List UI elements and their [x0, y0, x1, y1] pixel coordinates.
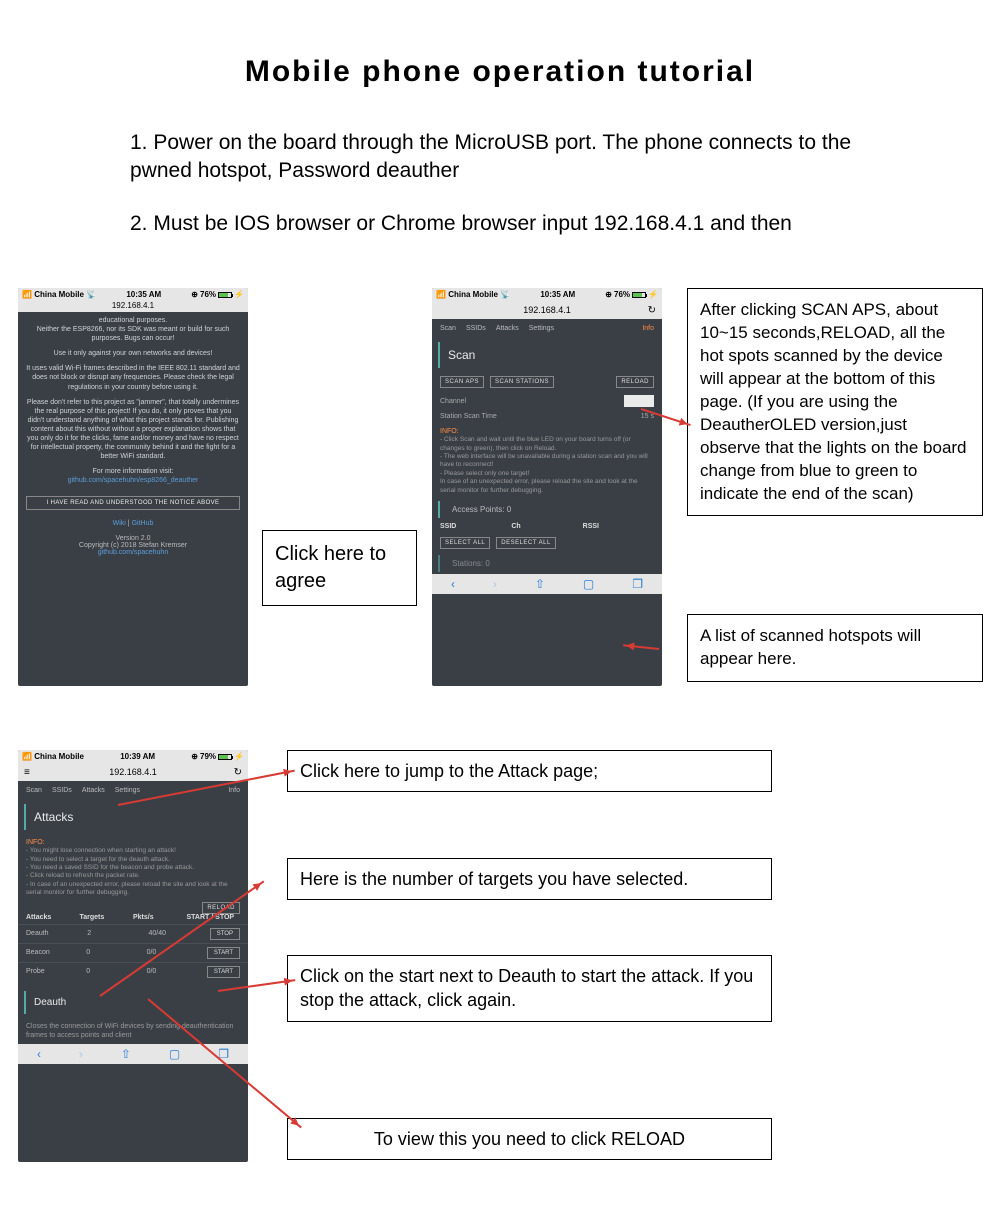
intro-step-2: 2. Must be IOS browser or Chrome browser… — [130, 210, 870, 238]
attack-row-beacon: Beacon00/0START — [18, 943, 248, 962]
clock-label: 10:39 AM — [120, 752, 155, 761]
tab-ssids[interactable]: SSIDs — [52, 787, 72, 794]
tab-attacks[interactable]: Attacks — [496, 325, 519, 332]
notice-body: educational purposes. Neither the ESP826… — [18, 312, 248, 490]
carrier-label: 📶 China Mobile — [22, 752, 84, 761]
select-all-button[interactable]: SELECT ALL — [440, 537, 490, 549]
github-link[interactable]: github.com/spacehuhn/esp8266_deauther — [26, 476, 240, 485]
url-text: 192.168.4.1 — [109, 767, 157, 777]
channel-label: Channel — [440, 398, 466, 405]
version-block: Version 2.0 Copyright (c) 2018 Stefan Kr… — [18, 531, 248, 560]
browser-bottom-nav: ‹ › ⇧ ▢ ❐ — [432, 574, 662, 594]
url-bar: 192.168.4.1 ↻ — [432, 301, 662, 319]
back-icon[interactable]: ‹ — [451, 577, 455, 591]
tab-info[interactable]: Info — [228, 787, 240, 794]
stations-header: Stations: 0 — [438, 555, 656, 572]
info-block: INFO: - Click Scan and wait until the bl… — [432, 423, 662, 499]
clock-label: 10:35 AM — [540, 290, 575, 299]
start-button[interactable]: START — [207, 947, 240, 959]
tab-scan[interactable]: Scan — [26, 787, 42, 794]
scan-time-value: 15 s — [641, 413, 654, 420]
annotation-agree: Click here to agree — [262, 530, 417, 606]
refresh-icon[interactable]: ↻ — [234, 767, 242, 778]
forward-icon[interactable]: › — [493, 577, 497, 591]
intro-step-1: 1. Power on the board through the MicroU… — [130, 129, 870, 186]
deselect-all-button[interactable]: DESELECT ALL — [496, 537, 556, 549]
scan-stations-button[interactable]: SCAN STATIONS — [490, 376, 554, 388]
url-bar: ≡ 192.168.4.1 ↻ — [18, 763, 248, 781]
status-bar: 📶 China Mobile 📡 10:35 AM ⊕ 76%⚡ — [18, 288, 248, 301]
battery-indicator: ⊕ 79%⚡ — [191, 752, 244, 761]
nav-tabs: Scan SSIDs Attacks Settings Info — [432, 319, 662, 338]
deauth-description: Closes the connection of WiFi devices by… — [18, 1018, 248, 1044]
start-button[interactable]: START — [207, 966, 240, 978]
status-bar: 📶 China Mobile 📡 10:35 AM ⊕ 76%⚡ — [432, 288, 662, 301]
battery-indicator: ⊕ 76%⚡ — [605, 290, 658, 299]
section-header-scan: Scan — [438, 342, 656, 368]
intro-block: 1. Power on the board through the MicroU… — [0, 89, 1000, 238]
agree-button[interactable]: I HAVE READ AND UNDERSTOOD THE NOTICE AB… — [26, 496, 240, 510]
stop-button[interactable]: STOP — [210, 928, 240, 940]
attack-row-deauth: Deauth240/40STOP — [18, 924, 248, 943]
annotation-attack-page: Click here to jump to the Attack page; — [287, 750, 772, 792]
clock-label: 10:35 AM — [126, 290, 161, 299]
access-points-header: Access Points: 0 — [438, 501, 656, 518]
tab-info[interactable]: Info — [642, 325, 654, 332]
carrier-label: 📶 China Mobile 📡 — [436, 290, 510, 299]
share-icon[interactable]: ⇧ — [535, 577, 545, 591]
deauth-subheader: Deauth — [24, 991, 242, 1014]
annotation-hotspot-list: A list of scanned hotspots will appear h… — [687, 614, 983, 682]
scan-aps-button[interactable]: SCAN APS — [440, 376, 484, 388]
reload-button[interactable]: RELOAD — [616, 376, 654, 388]
bookmarks-icon[interactable]: ▢ — [583, 577, 594, 591]
channel-slider[interactable] — [624, 395, 654, 407]
tabs-icon[interactable]: ❐ — [632, 577, 643, 591]
carrier-label: 📶 China Mobile 📡 — [22, 290, 96, 299]
url-text: 192.168.4.1 — [523, 305, 571, 315]
share-icon[interactable]: ⇧ — [121, 1047, 131, 1061]
tab-settings[interactable]: Settings — [529, 325, 554, 332]
footer-links: Wiki | GitHub — [18, 516, 248, 531]
github-link-2[interactable]: GitHub — [132, 520, 154, 527]
bookmarks-icon[interactable]: ▢ — [169, 1047, 180, 1061]
battery-indicator: ⊕ 76%⚡ — [191, 290, 244, 299]
page-title: Mobile phone operation tutorial — [0, 0, 1000, 89]
tab-attacks[interactable]: Attacks — [82, 787, 105, 794]
phone-screenshot-1: 📶 China Mobile 📡 10:35 AM ⊕ 76%⚡ 192.168… — [18, 288, 248, 686]
annotation-scan-aps: After clicking SCAN APS, about 10~15 sec… — [687, 288, 983, 516]
annotation-start-deauth: Click on the start next to Deauth to sta… — [287, 955, 772, 1022]
tab-scan[interactable]: Scan — [440, 325, 456, 332]
phone-screenshot-3: 📶 China Mobile 10:39 AM ⊕ 79%⚡ ≡ 192.168… — [18, 750, 248, 1162]
scan-time-label: Station Scan Time — [440, 413, 497, 420]
tab-settings[interactable]: Settings — [115, 787, 140, 794]
spacehuhn-link[interactable]: github.com/spacehuhn — [98, 549, 168, 556]
annotation-click-reload: To view this you need to click RELOAD — [287, 1118, 772, 1160]
info-block: INFO: - You might lose connection when s… — [18, 834, 248, 902]
ap-table-head: SSIDChRSSI — [432, 520, 662, 533]
annotation-targets-count: Here is the number of targets you have s… — [287, 858, 772, 900]
section-header-attacks: Attacks — [24, 804, 242, 830]
menu-icon[interactable]: ≡ — [24, 767, 30, 778]
url-text: 192.168.4.1 — [18, 301, 248, 312]
nav-tabs: Scan SSIDs Attacks Settings Info — [18, 781, 248, 800]
tab-ssids[interactable]: SSIDs — [466, 325, 486, 332]
back-icon[interactable]: ‹ — [37, 1047, 41, 1061]
phone-screenshot-2: 📶 China Mobile 📡 10:35 AM ⊕ 76%⚡ 192.168… — [432, 288, 662, 686]
wiki-link[interactable]: Wiki — [113, 520, 126, 527]
forward-icon[interactable]: › — [79, 1047, 83, 1061]
status-bar: 📶 China Mobile 10:39 AM ⊕ 79%⚡ — [18, 750, 248, 763]
refresh-icon[interactable]: ↻ — [648, 305, 656, 316]
